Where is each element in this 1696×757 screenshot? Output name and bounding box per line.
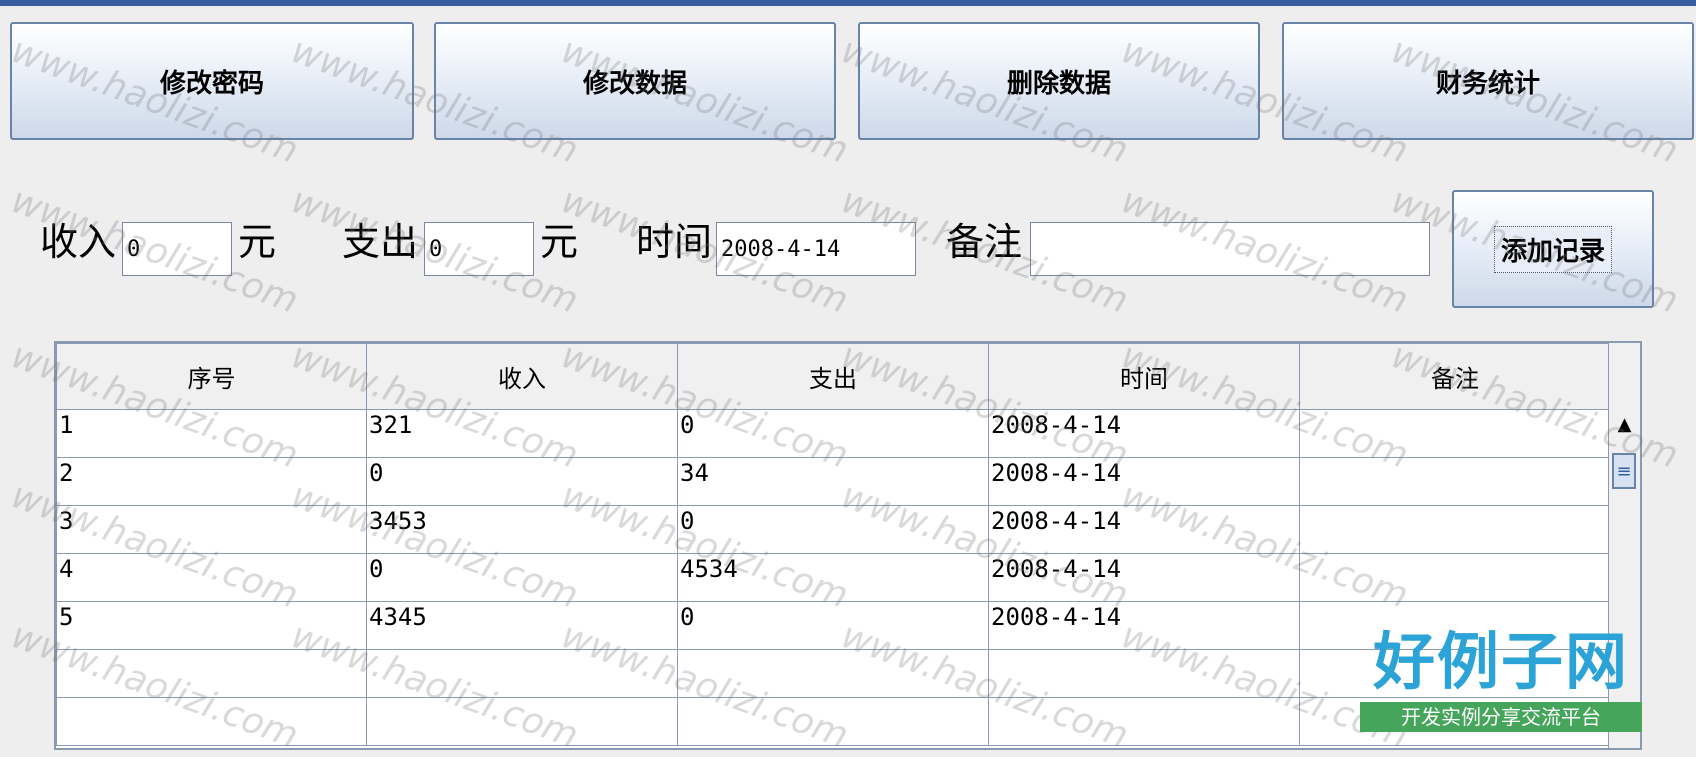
cell-expense: 0 — [677, 409, 989, 458]
cell-expense — [677, 697, 989, 746]
add-record-button[interactable]: 添加记录 — [1452, 190, 1654, 308]
cell-time — [988, 649, 1300, 698]
column-header-note[interactable]: 备注 — [1299, 343, 1611, 410]
note-label: 备注 — [946, 220, 1023, 264]
cell-income: 3453 — [366, 505, 678, 554]
change-password-button[interactable]: 修改密码 — [10, 22, 414, 140]
cell-expense: 4534 — [677, 553, 989, 602]
cell-income: 0 — [366, 553, 678, 602]
cell-note — [1299, 409, 1611, 458]
table-header-row: 序号 收入 支出 时间 备注 — [56, 343, 1611, 410]
time-input[interactable] — [716, 222, 916, 276]
column-header-index[interactable]: 序号 — [56, 343, 367, 410]
cell-time: 2008-4-14 — [988, 601, 1300, 650]
table-row[interactable]: 3 3453 0 2008-4-14 — [56, 505, 1611, 554]
column-header-expense[interactable]: 支出 — [677, 343, 989, 410]
column-header-time[interactable]: 时间 — [988, 343, 1300, 410]
expense-unit-label: 元 — [540, 220, 579, 264]
cell-index: 3 — [56, 505, 367, 554]
grip-icon: ≡ — [1616, 460, 1632, 482]
modify-data-label: 修改数据 — [582, 68, 687, 99]
add-record-label: 添加记录 — [1493, 225, 1612, 273]
haolizi-logo: 好例子网 开发实例分享交流平台 — [1360, 624, 1642, 738]
scroll-up-icon[interactable]: ▲ — [1609, 409, 1640, 439]
cell-time: 2008-4-14 — [988, 505, 1300, 554]
cell-income: 321 — [366, 409, 678, 458]
window-title-bar — [0, 0, 1696, 6]
scroll-thumb[interactable]: ≡ — [1612, 453, 1636, 489]
change-password-label: 修改密码 — [159, 68, 264, 99]
table-row[interactable]: 2 0 34 2008-4-14 — [56, 457, 1611, 506]
cell-income: 4345 — [366, 601, 678, 650]
note-input[interactable] — [1030, 222, 1430, 276]
table-row[interactable]: 1 321 0 2008-4-14 — [56, 409, 1611, 458]
column-header-income[interactable]: 收入 — [366, 343, 678, 410]
logo-tagline: 开发实例分享交流平台 — [1360, 702, 1642, 732]
finance-stats-label: 财务统计 — [1435, 68, 1540, 99]
cell-time — [988, 697, 1300, 746]
modify-data-button[interactable]: 修改数据 — [434, 22, 836, 140]
cell-income — [366, 649, 678, 698]
cell-time: 2008-4-14 — [988, 553, 1300, 602]
cell-expense: 34 — [677, 457, 989, 506]
delete-data-button[interactable]: 删除数据 — [858, 22, 1260, 140]
cell-time: 2008-4-14 — [988, 457, 1300, 506]
cell-index: 4 — [56, 553, 367, 602]
cell-index: 2 — [56, 457, 367, 506]
cell-index: 5 — [56, 601, 367, 650]
cell-time: 2008-4-14 — [988, 409, 1300, 458]
cell-expense: 0 — [677, 505, 989, 554]
cell-income: 0 — [366, 457, 678, 506]
cell-note — [1299, 505, 1611, 554]
delete-data-label: 删除数据 — [1006, 68, 1111, 99]
finance-stats-button[interactable]: 财务统计 — [1282, 22, 1694, 140]
logo-title: 好例子网 — [1372, 625, 1629, 698]
cell-expense — [677, 649, 989, 698]
income-unit-label: 元 — [238, 220, 277, 264]
cell-note — [1299, 553, 1611, 602]
table-row[interactable]: 4 0 4534 2008-4-14 — [56, 553, 1611, 602]
cell-income — [366, 697, 678, 746]
cell-index: 1 — [56, 409, 367, 458]
income-input[interactable] — [122, 222, 232, 276]
income-label: 收入 — [40, 220, 117, 264]
expense-input[interactable] — [424, 222, 534, 276]
expense-label: 支出 — [342, 220, 419, 264]
time-label: 时间 — [636, 220, 713, 264]
cell-note — [1299, 457, 1611, 506]
cell-index — [56, 649, 367, 698]
cell-index — [56, 697, 367, 746]
cell-expense: 0 — [677, 601, 989, 650]
